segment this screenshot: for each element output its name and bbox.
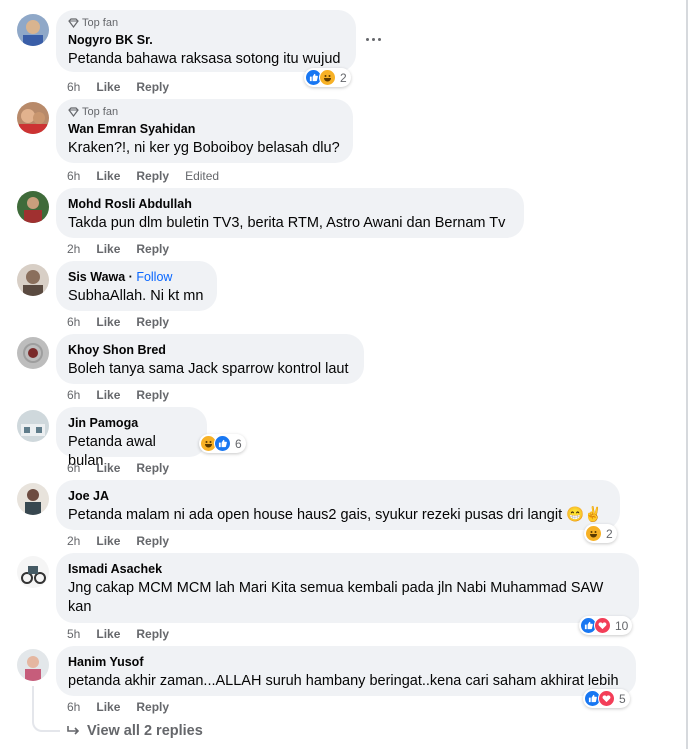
like-button[interactable]: Like	[96, 460, 120, 476]
comment-text: Kraken?!, ni ker yg Boboiboy belasah dlu…	[68, 140, 340, 156]
comment-text: Boleh tanya sama Jack sparrow kontrol la…	[68, 361, 349, 377]
reply-button[interactable]: Reply	[136, 168, 169, 184]
comment-bubble: Ismadi Asachek Jng cakap MCM MCM lah Mar…	[56, 553, 639, 623]
reaction-summary[interactable]: 2	[304, 68, 351, 87]
comment-actions: 6h Like Reply	[67, 314, 169, 330]
reply-button[interactable]: Reply	[136, 626, 169, 642]
comment-time[interactable]: 6h	[67, 314, 80, 330]
like-button[interactable]: Like	[96, 699, 120, 715]
reaction-summary[interactable]: 10	[579, 616, 633, 635]
commenter-name[interactable]: Joe JA	[68, 488, 608, 504]
comment-actions: 6h Like Reply	[67, 79, 169, 95]
comment-bubble: Mohd Rosli Abdullah Takda pun dlm buleti…	[56, 188, 524, 238]
comment-text: SubhaAllah. Ni kt mn	[68, 288, 204, 304]
like-button[interactable]: Like	[96, 387, 120, 403]
reply-arrow-icon	[67, 726, 80, 735]
avatar[interactable]	[17, 337, 49, 369]
comment-time[interactable]: 6h	[67, 168, 80, 184]
follow-link[interactable]: Follow	[136, 270, 172, 284]
diamond-icon	[68, 107, 79, 117]
commenter-name[interactable]: Mohd Rosli Abdullah	[68, 196, 512, 212]
avatar[interactable]	[17, 191, 49, 223]
commenter-name[interactable]: Ismadi Asachek	[68, 561, 627, 577]
like-button[interactable]: Like	[96, 533, 120, 549]
reaction-summary[interactable]: 5	[583, 689, 630, 708]
diamond-icon	[68, 18, 79, 28]
comment-bubble: Khoy Shon Bred Boleh tanya sama Jack spa…	[56, 334, 364, 384]
comment-text: Takda pun dlm buletin TV3, berita RTM, A…	[68, 215, 506, 231]
comment-bubble: Joe JA Petanda malam ni ada open house h…	[56, 480, 620, 530]
top-fan-badge: Top fan	[68, 16, 344, 30]
comment-time[interactable]: 2h	[67, 241, 80, 257]
comment-time[interactable]: 6h	[67, 460, 80, 476]
reply-button[interactable]: Reply	[136, 460, 169, 476]
comment-text: Jng cakap MCM MCM lah Mari Kita semua ke…	[68, 580, 604, 615]
view-replies-label[interactable]: View all 2 replies	[87, 723, 203, 739]
comment-text: Petanda bahawa raksasa sotong itu wujud	[68, 51, 341, 67]
comment-actions: 6h Like Reply	[67, 699, 169, 715]
like-reaction-icon	[214, 435, 231, 452]
commenter-name[interactable]: Jin Pamoga	[68, 415, 195, 431]
comment-bubble: Sis Wawa · Follow SubhaAllah. Ni kt mn	[56, 261, 217, 311]
avatar[interactable]	[17, 649, 49, 681]
reply-button[interactable]: Reply	[136, 79, 169, 95]
avatar[interactable]	[17, 102, 49, 134]
reaction-summary[interactable]: 6	[199, 434, 246, 453]
like-button[interactable]: Like	[96, 79, 120, 95]
commenter-name[interactable]: Hanim Yusof	[68, 654, 624, 670]
comment-text: petanda akhir zaman...ALLAH suruh hamban…	[68, 673, 619, 689]
more-options-icon[interactable]	[366, 33, 386, 45]
love-reaction-icon	[594, 617, 611, 634]
avatar[interactable]	[17, 556, 49, 588]
comment-bubble: Jin Pamoga Petanda awal bulan	[56, 407, 207, 469]
haha-reaction-icon	[319, 69, 336, 86]
like-button[interactable]: Like	[96, 314, 120, 330]
like-button[interactable]: Like	[96, 241, 120, 257]
like-button[interactable]: Like	[96, 626, 120, 642]
comment-time[interactable]: 5h	[67, 626, 80, 642]
reaction-summary[interactable]: 2	[584, 524, 617, 543]
avatar[interactable]	[17, 410, 49, 442]
commenter-name[interactable]: Nogyro BK Sr.	[68, 32, 344, 48]
comment-actions: 2h Like Reply	[67, 533, 169, 549]
avatar[interactable]	[17, 483, 49, 515]
view-replies-link[interactable]: View all 2 replies	[67, 723, 203, 739]
reply-thread-line	[32, 686, 60, 732]
avatar[interactable]	[17, 264, 49, 296]
reaction-count: 10	[615, 618, 629, 633]
reaction-count: 2	[606, 526, 613, 541]
reply-button[interactable]: Reply	[136, 314, 169, 330]
comment-text: Petanda malam ni ada open house haus2 ga…	[68, 507, 603, 523]
comment-time[interactable]: 6h	[67, 387, 80, 403]
comment-actions: 6h Like Reply	[67, 387, 169, 403]
comment-bubble: Top fan Wan Emran Syahidan Kraken?!, ni …	[56, 99, 353, 163]
commenter-name[interactable]: Sis Wawa · Follow	[68, 269, 205, 285]
comment-bubble: Top fan Nogyro BK Sr. Petanda bahawa rak…	[56, 10, 356, 72]
comment-time[interactable]: 6h	[67, 699, 80, 715]
reply-button[interactable]: Reply	[136, 387, 169, 403]
commenter-name[interactable]: Khoy Shon Bred	[68, 342, 352, 358]
reply-button[interactable]: Reply	[136, 699, 169, 715]
comment-actions: 2h Like Reply	[67, 241, 169, 257]
comment-actions: 6h Like Reply Edited	[67, 168, 219, 184]
reaction-count: 5	[619, 691, 626, 706]
comment-time[interactable]: 2h	[67, 533, 80, 549]
reply-button[interactable]: Reply	[136, 533, 169, 549]
reaction-count: 6	[235, 436, 242, 451]
comment-actions: 6h Like Reply	[67, 460, 169, 476]
top-fan-badge: Top fan	[68, 105, 341, 119]
like-button[interactable]: Like	[96, 168, 120, 184]
love-reaction-icon	[598, 690, 615, 707]
comment-time[interactable]: 6h	[67, 79, 80, 95]
reply-button[interactable]: Reply	[136, 241, 169, 257]
commenter-name[interactable]: Wan Emran Syahidan	[68, 121, 341, 137]
edited-label: Edited	[185, 169, 220, 183]
avatar[interactable]	[17, 14, 49, 46]
comment-bubble: Hanim Yusof petanda akhir zaman...ALLAH …	[56, 646, 636, 696]
comment-actions: 5h Like Reply	[67, 626, 169, 642]
reaction-count: 2	[340, 70, 347, 85]
haha-reaction-icon	[585, 525, 602, 542]
